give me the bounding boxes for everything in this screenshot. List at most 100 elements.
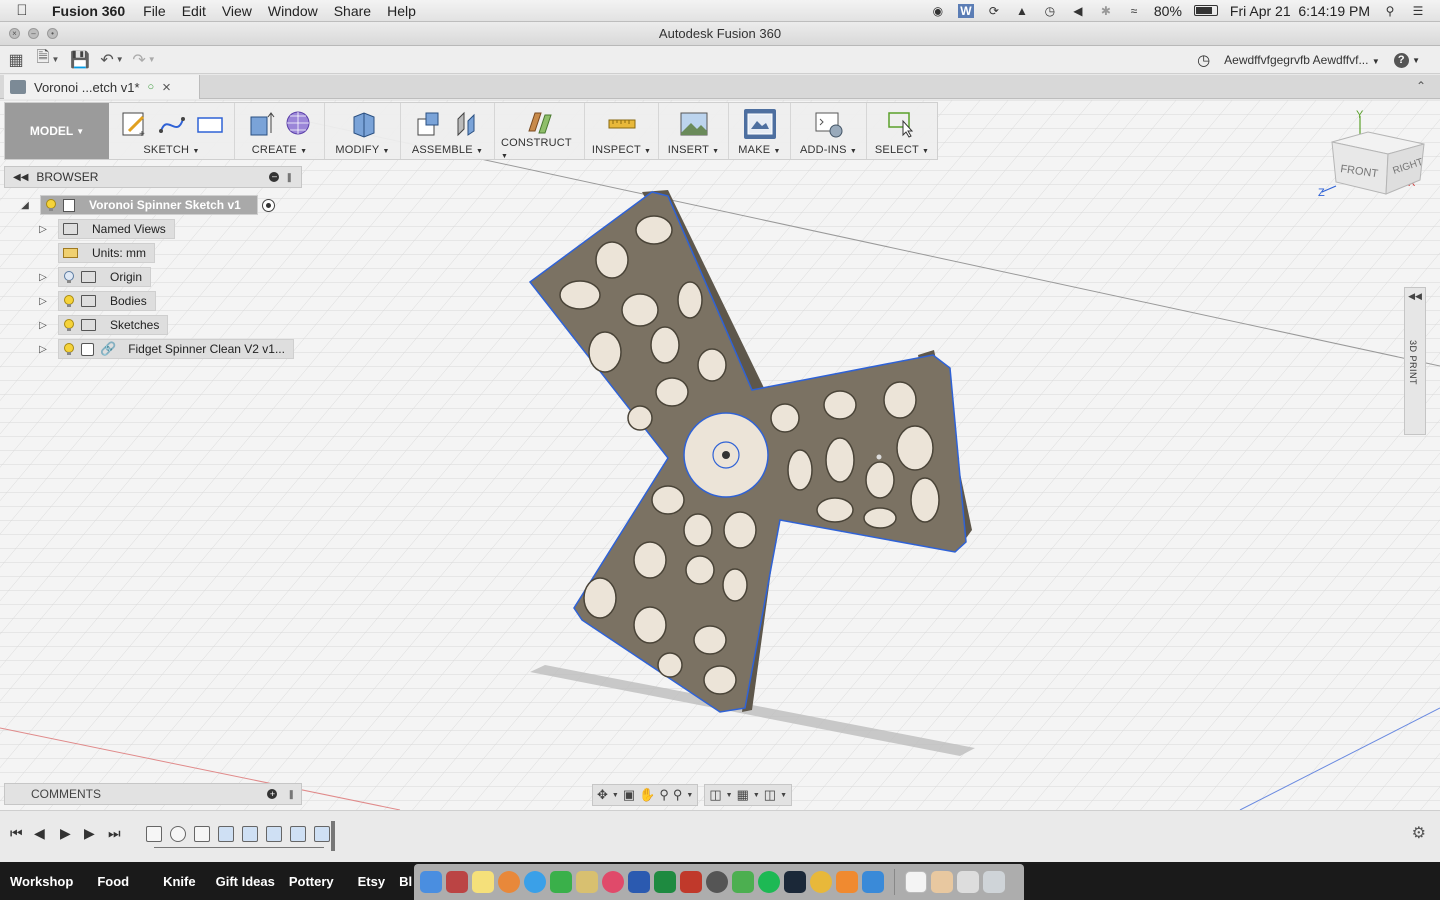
timeline-next-icon[interactable]: ▶: [84, 825, 95, 842]
status-globe-icon[interactable]: ◉: [930, 4, 946, 18]
expand-triangle-icon[interactable]: ▷: [36, 294, 50, 308]
timeline-sketch-feature[interactable]: [146, 826, 162, 842]
chevron-down-icon[interactable]: ▼: [753, 792, 760, 799]
construct-menu[interactable]: CONSTRUCT ▼: [501, 137, 578, 161]
viewports-icon[interactable]: ◫: [764, 787, 776, 803]
menu-edit[interactable]: Edit: [174, 3, 214, 19]
select-button[interactable]: [886, 109, 918, 139]
bookmark-etsy[interactable]: Etsy: [334, 874, 385, 889]
expand-triangle-icon[interactable]: ▷: [36, 270, 50, 284]
messages-icon[interactable]: [550, 871, 572, 893]
status-wifi-icon[interactable]: ≈: [1126, 4, 1142, 18]
chevron-down-icon[interactable]: ▼: [726, 792, 733, 799]
timeline-start-icon[interactable]: ⏮: [10, 825, 23, 842]
bodies-node[interactable]: Bodies: [58, 291, 156, 311]
battery-icon[interactable]: [1193, 5, 1218, 16]
menu-view[interactable]: View: [214, 3, 260, 19]
visibility-bulb-off-icon[interactable]: [63, 270, 75, 284]
expand-triangle-icon[interactable]: ▷: [36, 318, 50, 332]
create-menu[interactable]: CREATE ▼: [252, 144, 307, 156]
visibility-bulb-icon[interactable]: [63, 342, 75, 356]
document-stack-icon[interactable]: [905, 871, 927, 893]
menu-app-name[interactable]: Fusion 360: [44, 3, 135, 19]
notes-icon[interactable]: [472, 871, 494, 893]
timeline-fillet-feature[interactable]: [290, 826, 306, 842]
chevron-down-icon[interactable]: ▼: [780, 792, 787, 799]
redo-button[interactable]: ↷ ▼: [128, 48, 160, 72]
collapse-chevron-icon[interactable]: ⌃: [1416, 79, 1426, 93]
timeline-play-icon[interactable]: ▶: [60, 825, 71, 842]
spline-button[interactable]: [156, 109, 188, 139]
scripts-addins-button[interactable]: [813, 109, 845, 139]
timeline-extrude-feature[interactable]: [242, 826, 258, 842]
window-minimize-icon[interactable]: –: [28, 28, 39, 39]
expand-triangle-icon[interactable]: ▷: [36, 222, 50, 236]
status-bluetooth-icon[interactable]: ✱: [1098, 4, 1114, 18]
trash-icon[interactable]: [983, 871, 1005, 893]
status-word-icon[interactable]: W: [957, 3, 974, 18]
close-tab-icon[interactable]: ×: [162, 79, 171, 96]
spotify-icon[interactable]: [758, 871, 780, 893]
new-component-button[interactable]: [413, 109, 445, 139]
expand-panel-icon[interactable]: ◀◀: [1405, 288, 1425, 302]
folder-stack-icon[interactable]: [957, 871, 979, 893]
offset-plane-button[interactable]: [524, 107, 556, 137]
visibility-bulb-icon[interactable]: [63, 318, 75, 332]
expand-triangle-icon[interactable]: ▷: [36, 342, 50, 356]
downloads-stack-icon[interactable]: [931, 871, 953, 893]
rectangle-button[interactable]: [194, 109, 226, 139]
bookmark-workshop[interactable]: Workshop: [0, 874, 73, 889]
3d-print-button[interactable]: [743, 109, 776, 139]
printer-app-icon[interactable]: [732, 871, 754, 893]
menu-file[interactable]: File: [135, 3, 174, 19]
select-menu[interactable]: SELECT ▼: [875, 144, 929, 156]
chevron-down-icon[interactable]: ▼: [612, 792, 619, 799]
document-tab[interactable]: Voronoi ...etch v1* ○ ×: [4, 75, 200, 99]
powerpoint-icon[interactable]: [680, 871, 702, 893]
fit-zoom-icon[interactable]: ⚲: [673, 787, 683, 803]
apple-icon[interactable]: : [0, 2, 44, 19]
joint-button[interactable]: [451, 109, 483, 139]
pan-hand-icon[interactable]: ✋: [639, 787, 655, 803]
compass-icon[interactable]: [576, 871, 598, 893]
measure-button[interactable]: [606, 109, 638, 139]
menu-clock[interactable]: Fri Apr 21 6:14:19 PM: [1230, 3, 1370, 19]
view-cube[interactable]: Y Z X FRONT RIGHT: [1316, 109, 1432, 211]
create-sketch-button[interactable]: +: [118, 109, 150, 139]
system-preferences-icon[interactable]: [706, 871, 728, 893]
bookmark-food[interactable]: Food: [73, 874, 129, 889]
timeline-sketch-feature[interactable]: [194, 826, 210, 842]
tree-item-bodies[interactable]: ▷ Bodies: [36, 290, 156, 312]
comments-panel[interactable]: COMMENTS + ❚: [4, 783, 302, 805]
tree-item-linked-component[interactable]: ▷ 🔗 Fidget Spinner Clean V2 v1...: [36, 338, 294, 360]
look-at-icon[interactable]: ▣: [623, 787, 635, 803]
finder-icon[interactable]: [420, 871, 442, 893]
tree-item-origin[interactable]: ▷ Origin: [36, 266, 152, 288]
sketches-node[interactable]: Sketches: [58, 315, 169, 335]
orbit-icon[interactable]: ✥: [597, 787, 608, 803]
job-status-icon[interactable]: ◷: [1197, 51, 1210, 69]
add-comment-icon[interactable]: +: [267, 789, 278, 799]
visibility-bulb-icon[interactable]: [63, 294, 75, 308]
insert-menu[interactable]: INSERT ▼: [668, 144, 720, 156]
panel-grip-icon[interactable]: ❚: [287, 789, 295, 800]
status-volume-icon[interactable]: ◀: [1070, 4, 1086, 18]
chrome-icon[interactable]: [810, 871, 832, 893]
spotlight-search-icon[interactable]: ⚲: [1382, 4, 1398, 18]
collapse-panel-icon[interactable]: ◀◀: [13, 172, 28, 183]
help-menu-button[interactable]: ? ▼: [1393, 52, 1420, 68]
tree-item-named-views[interactable]: ▷ Named Views: [36, 218, 175, 240]
extrude-button[interactable]: [245, 109, 277, 139]
timeline-end-icon[interactable]: ⏭: [108, 825, 121, 842]
tree-root-row[interactable]: ◢ Voronoi Spinner Sketch v1: [18, 194, 275, 216]
timeline-link-feature[interactable]: [170, 826, 186, 842]
display-settings-icon[interactable]: ◫: [709, 787, 721, 803]
origin-node[interactable]: Origin: [58, 267, 152, 287]
bookmark-pottery[interactable]: Pottery: [275, 874, 334, 889]
form-button[interactable]: [283, 109, 315, 139]
timeline-fillet-feature[interactable]: [266, 826, 282, 842]
sketch-menu[interactable]: SKETCH ▼: [143, 144, 199, 156]
fusion-360-icon[interactable]: [836, 871, 858, 893]
panel-grip-icon[interactable]: ❚: [285, 172, 293, 183]
modify-menu[interactable]: MODIFY ▼: [335, 144, 389, 156]
